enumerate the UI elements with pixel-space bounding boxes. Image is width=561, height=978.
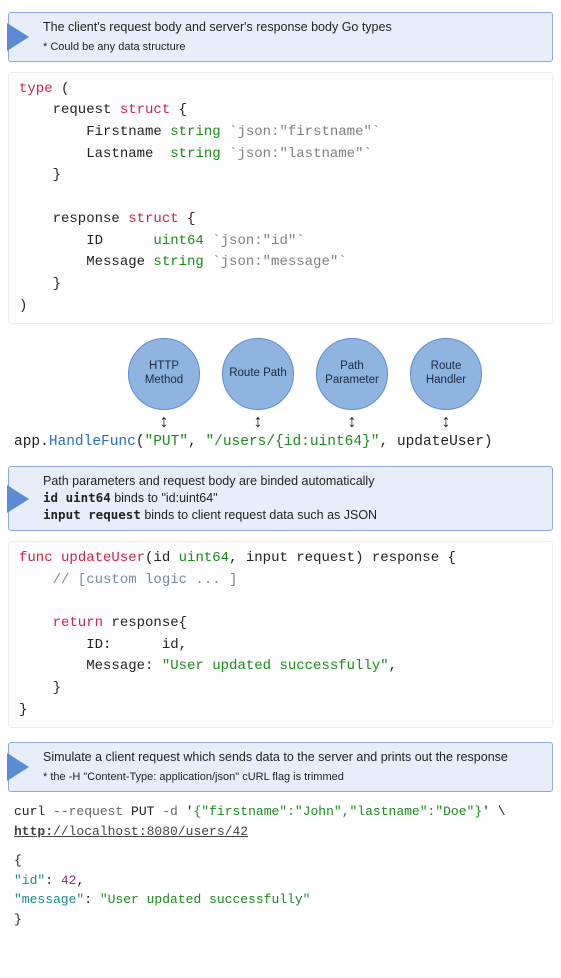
response-line-id: "id": 42, — [14, 871, 547, 891]
keyword-struct: struct — [120, 102, 170, 118]
func-handlefunc: HandleFunc — [49, 434, 136, 450]
code-handlefunc: app.HandleFunc("PUT", "/users/{id:uint64… — [8, 434, 553, 450]
bubble-http-method: HTTP Method ↕ — [128, 338, 200, 430]
request-url: http://localhost:8080/users/42 — [14, 824, 248, 839]
callout-title: The client's request body and server's r… — [43, 19, 542, 36]
struct-tag: `json:"message"` — [204, 254, 347, 270]
keyword-struct: struct — [128, 211, 178, 227]
handler-name: updateUser) — [397, 434, 493, 450]
arrow-icon: ↕ — [160, 412, 169, 430]
keyword-return: return — [19, 615, 103, 631]
callout-line: input request binds to client request da… — [43, 507, 542, 524]
code-updateuser: func updateUser(id uint64, input request… — [8, 541, 553, 729]
diagram-bubbles: HTTP Method ↕ Route Path ↕ Path Paramete… — [8, 338, 553, 430]
bubble-path-parameter: Path Parameter ↕ — [316, 338, 388, 430]
struct-tag: `json:"id"` — [204, 233, 305, 249]
callout-footnote: * the -H "Content-Type: application/json… — [43, 770, 542, 785]
callout-curl: Simulate a client request which sends da… — [8, 742, 553, 792]
func-name: updateUser — [61, 550, 145, 566]
struct-tag: `json:"lastname"` — [221, 146, 372, 162]
callout-line: Path parameters and request body are bin… — [43, 473, 542, 490]
curl-command: curl --request PUT -d '{"firstname":"Joh… — [8, 802, 553, 929]
arrow-icon: ↕ — [442, 412, 451, 430]
type-string: string — [170, 124, 220, 140]
type-string: string — [170, 146, 220, 162]
arrow-icon: ↕ — [254, 412, 263, 430]
curl-line-2: http://localhost:8080/users/42 — [14, 822, 547, 842]
callout-binding: Path parameters and request body are bin… — [8, 466, 553, 531]
route-path-value: "/users/{id:uint64}" — [205, 434, 379, 450]
type-uint64: uint64 — [179, 550, 229, 566]
struct-tag: `json:"firstname"` — [221, 124, 381, 140]
type-uint64: uint64 — [153, 233, 203, 249]
request-body: {"firstname":"John","lastname":"Doe"} — [193, 804, 482, 819]
code-type-declaration: type ( request struct { Firstname string… — [8, 72, 553, 325]
http-method-value: "PUT" — [145, 434, 189, 450]
callout-footnote: * Could be any data structure — [43, 40, 542, 55]
arrow-icon: ↕ — [348, 412, 357, 430]
bubble-route-handler: Route Handler ↕ — [410, 338, 482, 430]
callout-title: Simulate a client request which sends da… — [43, 749, 542, 766]
keyword-func: func — [19, 550, 53, 566]
callout-go-types: The client's request body and server's r… — [8, 12, 553, 62]
bubble-route-path: Route Path ↕ — [222, 338, 294, 430]
keyword-type: type — [19, 81, 53, 97]
callout-line: id uint64 binds to "id:uint64" — [43, 490, 542, 507]
curl-line-1: curl --request PUT -d '{"firstname":"Joh… — [14, 802, 547, 822]
response-close: } — [14, 910, 547, 930]
type-string: string — [153, 254, 203, 270]
response-open: { — [14, 851, 547, 871]
string-literal: "User updated successfully" — [162, 658, 389, 674]
code-comment: // [custom logic ... ] — [19, 572, 237, 588]
response-line-message: "message": "User updated successfully" — [14, 890, 547, 910]
